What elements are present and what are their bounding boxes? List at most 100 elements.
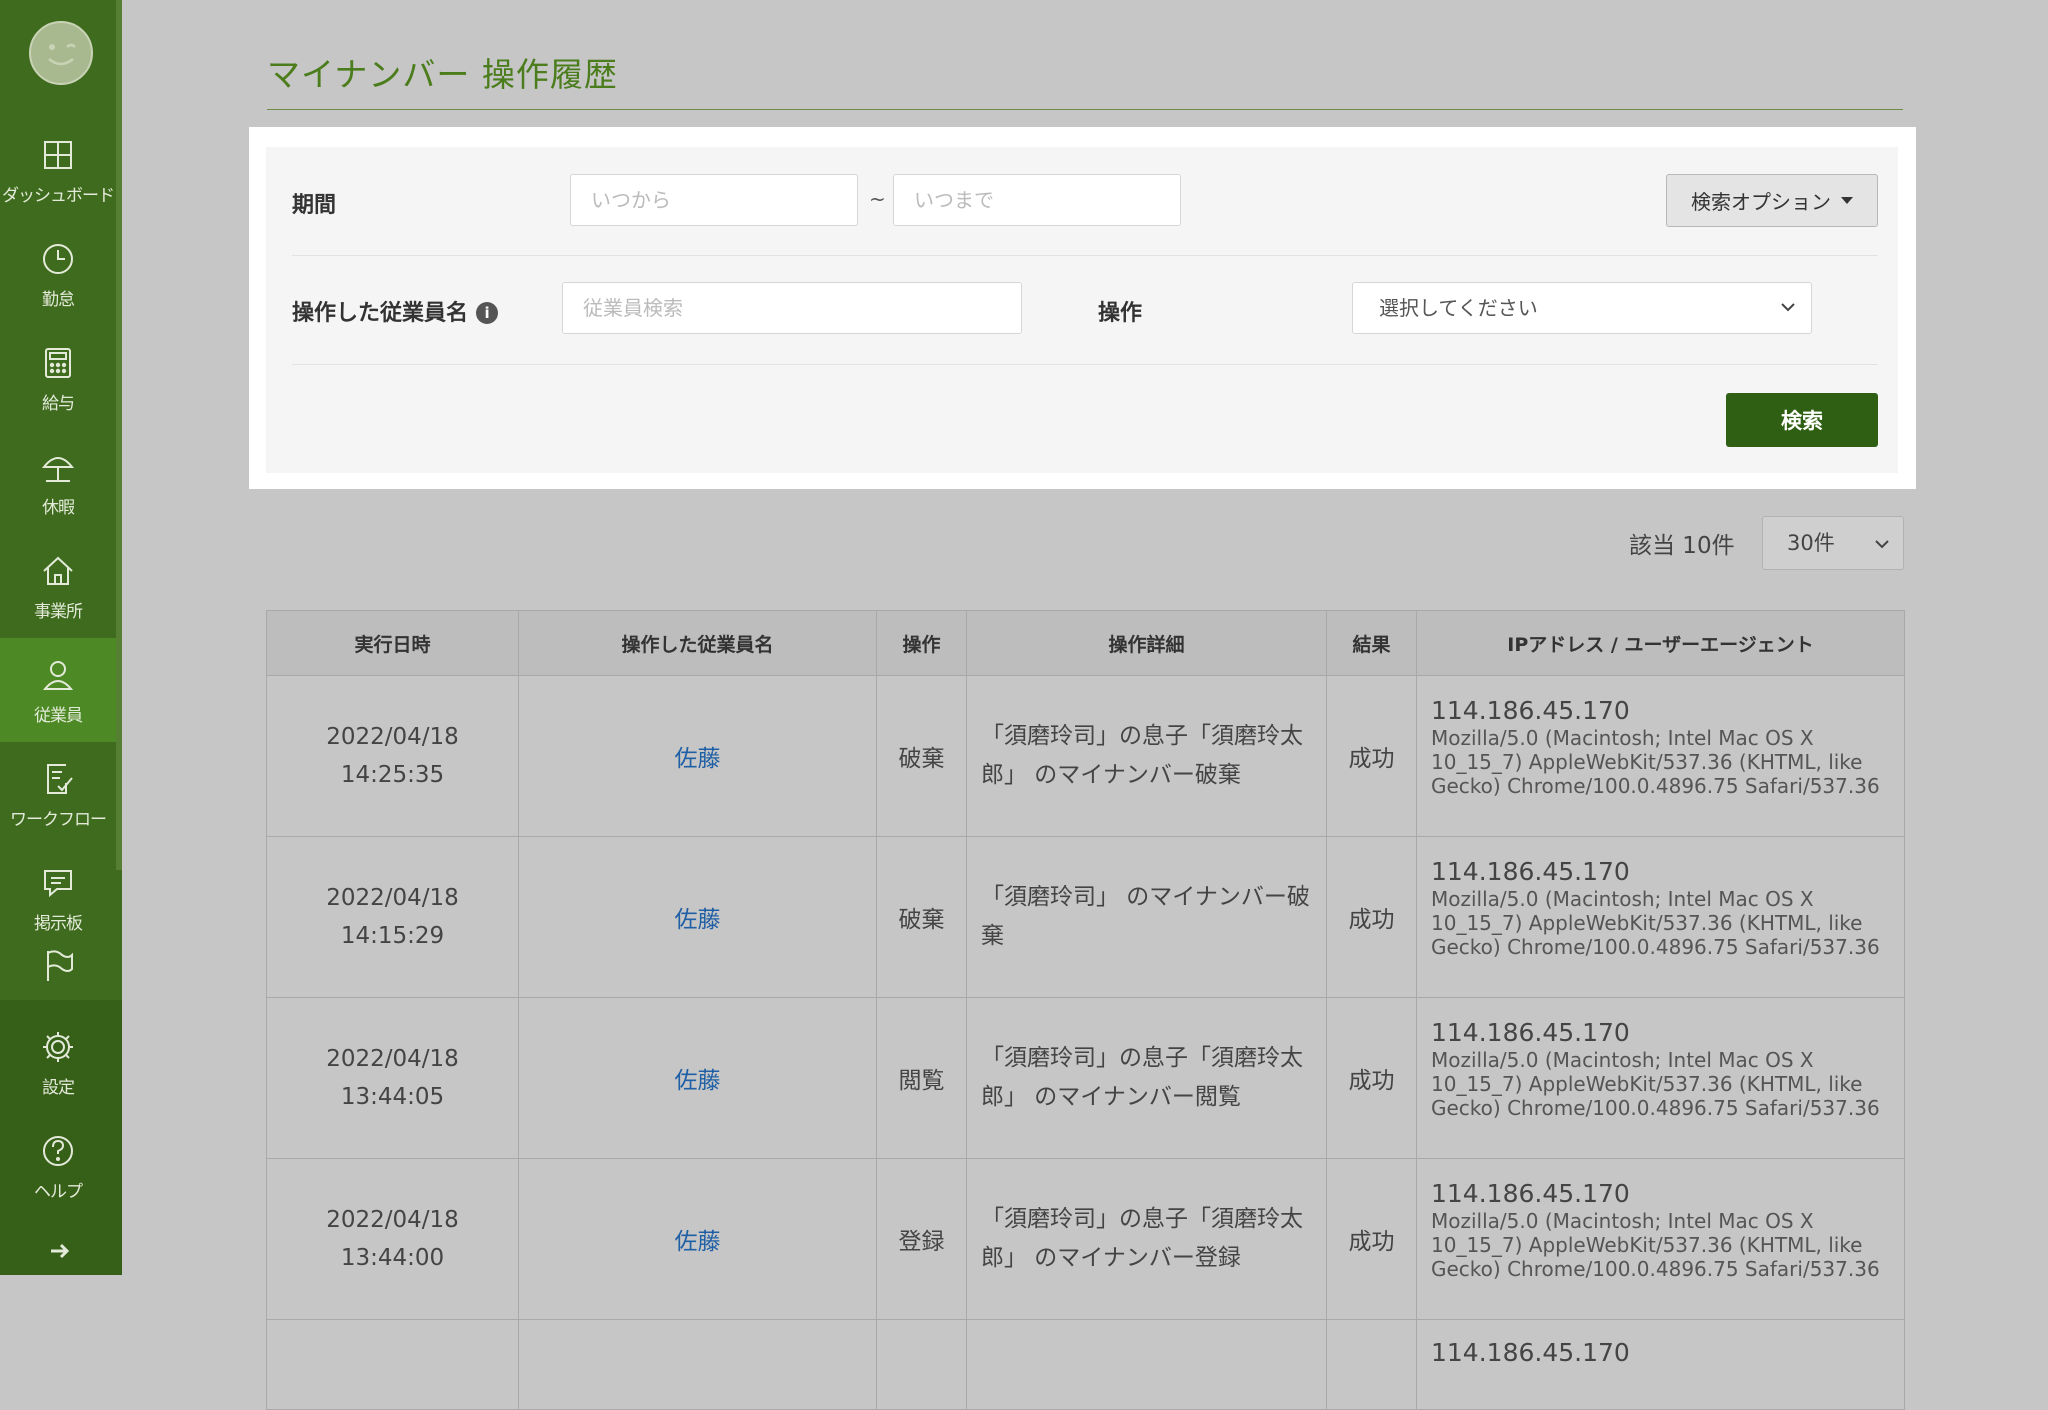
period-label: 期間 [292, 193, 337, 218]
sidebar-item-payroll[interactable]: 給与 [0, 326, 116, 430]
smiley-icon [48, 43, 76, 66]
column-header[interactable]: 操作した従業員名 [518, 610, 877, 676]
per-page-value: 30件 [1787, 531, 1835, 555]
employee-link[interactable]: 佐藤 [675, 1068, 721, 1094]
dashboard-icon [38, 135, 78, 175]
flag-icon [38, 945, 78, 985]
user-avatar[interactable] [29, 21, 93, 85]
column-header[interactable]: 実行日時 [266, 610, 519, 676]
operation-cell: 破棄 [876, 675, 967, 837]
date-cell [266, 1319, 519, 1410]
detail-cell: 「須磨玲司」の息子「須磨玲太郎」 のマイナンバー閲覧 [966, 997, 1327, 1159]
history-table: 実行日時 操作した従業員名 操作 操作詳細 結果 IPアドレス / ユーザーエー… [266, 610, 1905, 1410]
message-icon [38, 863, 78, 903]
clock-icon [38, 239, 78, 279]
ip-address: 114.186.45.170 [1431, 857, 1630, 886]
checklist-icon [38, 759, 78, 799]
employee-search-input[interactable]: 従業員検索 [562, 282, 1022, 334]
sidebar-item-label: 給与 [42, 393, 75, 414]
result-cell: 成功 [1326, 1158, 1417, 1320]
date-cell: 2022/04/18 14:25:35 [266, 675, 519, 837]
column-header[interactable]: IPアドレス / ユーザーエージェント [1416, 610, 1905, 676]
gear-icon [38, 1027, 78, 1067]
chevron-down-icon [1781, 303, 1795, 312]
expand-arrow-icon[interactable] [45, 1236, 75, 1266]
employee-link[interactable]: 佐藤 [675, 746, 721, 772]
title-divider [267, 109, 1903, 110]
ip-address: 114.186.45.170 [1431, 1018, 1630, 1047]
ip-cell: 114.186.45.170 Mozilla/5.0 (Macintosh; I… [1416, 836, 1905, 998]
ip-address: 114.186.45.170 [1431, 696, 1630, 725]
sidebar-item-dashboard[interactable]: ダッシュボード [0, 118, 116, 222]
sidebar-item-label: 事業所 [34, 601, 83, 622]
detail-cell: 「須磨玲司」の息子「須磨玲太郎」 のマイナンバー破棄 [966, 675, 1327, 837]
ip-address: 114.186.45.170 [1431, 1338, 1630, 1367]
sidebar-item-employees[interactable]: 従業員 [0, 638, 116, 742]
ip-cell: 114.186.45.170 Mozilla/5.0 (Macintosh; I… [1416, 1158, 1905, 1320]
operation-select[interactable]: 選択してください [1352, 282, 1812, 334]
operation-label: 操作 [1098, 301, 1143, 326]
employee-link[interactable]: 佐藤 [675, 907, 721, 933]
employee-cell: 佐藤 [518, 675, 877, 837]
sidebar: ダッシュボード 勤怠 給与 休暇 事業所 従業員 ワークフロー 掲示板 設定 ヘ… [0, 0, 122, 1275]
employee-label: 操作した従業員名 i [292, 295, 499, 327]
sidebar-item-label: 掲示板 [34, 913, 83, 934]
detail-cell [966, 1319, 1327, 1410]
sidebar-item-bulletin[interactable]: 掲示板 [0, 846, 116, 950]
ip-cell: 114.186.45.170 Mozilla/5.0 (Macintosh; I… [1416, 675, 1905, 837]
sidebar-item-settings[interactable]: 設定 [0, 1010, 116, 1114]
column-header[interactable]: 操作 [876, 610, 967, 676]
table-row: 2022/04/18 14:25:35 佐藤 破棄 「須磨玲司」の息子「須磨玲太… [266, 675, 1905, 837]
date-cell: 2022/04/18 14:15:29 [266, 836, 519, 998]
column-header[interactable]: 操作詳細 [966, 610, 1327, 676]
detail-cell: 「須磨玲司」の息子「須磨玲太郎」 のマイナンバー登録 [966, 1158, 1327, 1320]
user-agent: Mozilla/5.0 (Macintosh; Intel Mac OS X 1… [1431, 887, 1880, 959]
house-icon [38, 551, 78, 591]
search-options-label: 検索オプション [1691, 190, 1831, 214]
sidebar-item-label: ヘルプ [34, 1181, 83, 1202]
sidebar-item-office[interactable]: 事業所 [0, 534, 116, 638]
employee-label-text: 操作した従業員名 [292, 301, 469, 326]
tilde-separator: ~ [869, 187, 886, 211]
per-page-select[interactable]: 30件 [1762, 516, 1904, 570]
sidebar-item-label: 休暇 [42, 497, 75, 518]
search-form: 期間 いつから ~ いつまで 検索オプション 操作した従業員名 i 従業員検索 操… [266, 147, 1898, 473]
info-icon[interactable]: i [476, 302, 499, 324]
operation-cell [876, 1319, 967, 1410]
sidebar-item-workflow[interactable]: ワークフロー [0, 742, 116, 846]
period-to-input[interactable]: いつまで [893, 174, 1181, 226]
employee-link[interactable]: 佐藤 [675, 1229, 721, 1255]
detail-cell: 「須磨玲司」 のマイナンバー破棄 [966, 836, 1327, 998]
ip-cell: 114.186.45.170 [1416, 1319, 1905, 1410]
result-cell: 成功 [1326, 836, 1417, 998]
employee-cell: 佐藤 [518, 1158, 877, 1320]
operation-select-value: 選択してください [1379, 296, 1538, 320]
result-cell [1326, 1319, 1417, 1410]
search-button[interactable]: 検索 [1726, 393, 1878, 447]
search-panel: 期間 いつから ~ いつまで 検索オプション 操作した従業員名 i 従業員検索 操… [249, 127, 1916, 489]
ip-address: 114.186.45.170 [1431, 1179, 1630, 1208]
sidebar-item-label: 従業員 [34, 705, 83, 726]
date-cell: 2022/04/18 13:44:00 [266, 1158, 519, 1320]
ip-cell: 114.186.45.170 Mozilla/5.0 (Macintosh; I… [1416, 997, 1905, 1159]
person-icon [38, 655, 78, 695]
calculator-icon [38, 343, 78, 383]
user-agent: Mozilla/5.0 (Macintosh; Intel Mac OS X 1… [1431, 726, 1880, 798]
result-cell: 成功 [1326, 675, 1417, 837]
operation-cell: 破棄 [876, 836, 967, 998]
period-from-input[interactable]: いつから [570, 174, 858, 226]
sidebar-scrollbar[interactable] [116, 0, 122, 870]
user-agent: Mozilla/5.0 (Macintosh; Intel Mac OS X 1… [1431, 1048, 1880, 1120]
sidebar-item-attendance[interactable]: 勤怠 [0, 222, 116, 326]
help-icon [38, 1131, 78, 1171]
table-row: 2022/04/18 13:44:00 佐藤 登録 「須磨玲司」の息子「須磨玲太… [266, 1158, 1905, 1320]
sidebar-item-leave[interactable]: 休暇 [0, 430, 116, 534]
sidebar-item-flag[interactable] [0, 938, 116, 998]
employee-cell [518, 1319, 877, 1410]
operation-cell: 閲覧 [876, 997, 967, 1159]
sidebar-item-help[interactable]: ヘルプ [0, 1114, 116, 1218]
sidebar-item-label: ワークフロー [10, 809, 107, 830]
user-agent: Mozilla/5.0 (Macintosh; Intel Mac OS X 1… [1431, 1209, 1880, 1281]
column-header[interactable]: 結果 [1326, 610, 1417, 676]
search-options-button[interactable]: 検索オプション [1666, 174, 1878, 227]
